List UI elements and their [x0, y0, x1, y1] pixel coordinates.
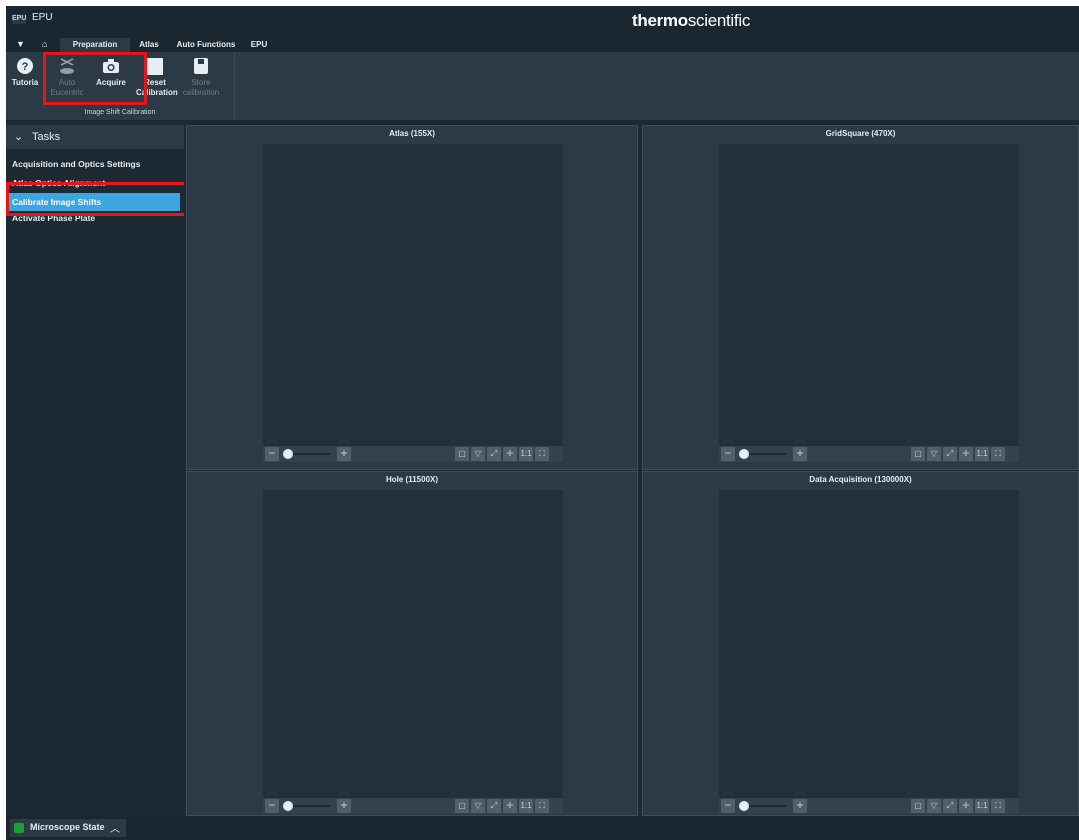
actual-size-icon[interactable]: 1:1 — [975, 447, 989, 461]
save-icon — [190, 56, 212, 76]
image-viewport[interactable] — [263, 490, 563, 798]
task-highlight-box — [6, 182, 202, 216]
brand-light: scientific — [687, 11, 751, 30]
filter-icon[interactable]: ▽ — [471, 799, 485, 813]
microscope-state-label: Microscope State — [30, 822, 105, 832]
zoom-out-button[interactable]: − — [721, 447, 735, 461]
brand-bold: thermo — [632, 11, 688, 30]
gridsquare-panel: GridSquare (470X) − + ▢ ▽ ⤢ ✛ 1:1 ⛶ — [642, 125, 1079, 470]
crosshair-icon[interactable]: ✛ — [959, 799, 973, 813]
filter-icon[interactable]: ▽ — [927, 799, 941, 813]
data-acquisition-panel: Data Acquisition (130000X) − + ▢ ▽ ⤢ ✛ 1… — [642, 471, 1079, 816]
image-viewport[interactable] — [263, 144, 563, 446]
reset-icon — [144, 56, 166, 76]
store-label-1: Store — [191, 78, 211, 87]
main-tab-row: ▼ ⌂ Preparation Atlas Auto Functions EPU — [6, 38, 1079, 52]
zoom-slider-knob[interactable] — [283, 801, 293, 811]
tab-epu[interactable]: EPU — [246, 38, 272, 52]
tutorial-button[interactable]: ? Tutoria — [6, 56, 44, 106]
zoom-in-button[interactable]: + — [337, 799, 351, 813]
fullscreen-icon[interactable]: ⛶ — [535, 447, 549, 461]
fit-icon[interactable]: ⤢ — [943, 799, 957, 813]
hole-panel: Hole (11500X) − + ▢ ▽ ⤢ ✛ 1:1 ⛶ — [186, 471, 638, 816]
help-icon: ? — [14, 56, 36, 76]
tutorial-label: Tutoria — [11, 78, 39, 87]
actual-size-icon[interactable]: 1:1 — [975, 799, 989, 813]
overlay-icon[interactable]: ▢ — [455, 799, 469, 813]
ribbon-toolbar: ? Tutoria Auto Eucentric Acquire Reset C… — [6, 52, 1079, 121]
fit-icon[interactable]: ⤢ — [487, 799, 501, 813]
acquire-highlight-box — [43, 52, 147, 105]
overlay-icon[interactable]: ▢ — [911, 799, 925, 813]
zoom-in-button[interactable]: + — [793, 447, 807, 461]
tasks-sidebar: ⌄ Tasks Acquisition and Optics Settings … — [6, 121, 184, 816]
image-viewport[interactable] — [719, 144, 1019, 446]
svg-text:?: ? — [22, 61, 29, 73]
zoom-toolbar: − + ▢ ▽ ⤢ ✛ 1:1 ⛶ — [263, 446, 563, 462]
status-indicator-icon — [14, 823, 24, 833]
fit-icon[interactable]: ⤢ — [943, 447, 957, 461]
panel-title: Hole (11500X) — [385, 475, 439, 484]
tab-atlas[interactable]: Atlas — [132, 38, 166, 52]
microscope-state-button[interactable]: Microscope State ︿ — [10, 819, 126, 837]
overlay-icon[interactable]: ▢ — [911, 447, 925, 461]
image-panels-area: Atlas (155X) − + ▢ ▽ ⤢ ✛ 1:1 ⛶ GridSquar… — [184, 121, 1079, 816]
filter-icon[interactable]: ▽ — [927, 447, 941, 461]
tab-preparation[interactable]: Preparation — [60, 38, 130, 52]
panel-title: GridSquare (470X) — [825, 129, 896, 138]
zoom-out-button[interactable]: − — [721, 799, 735, 813]
image-viewport[interactable] — [719, 490, 1019, 798]
epu-window: EPU EPU thermoscientific ▼ ⌂ Preparation… — [6, 6, 1079, 840]
actual-size-icon[interactable]: 1:1 — [519, 799, 533, 813]
atlas-panel: Atlas (155X) − + ▢ ▽ ⤢ ✛ 1:1 ⛶ — [186, 125, 638, 470]
tasks-title: Tasks — [32, 131, 61, 143]
tab-auto-functions[interactable]: Auto Functions — [170, 38, 242, 52]
store-calibration-button[interactable]: Store calibration — [182, 56, 220, 106]
tasks-header[interactable]: ⌄ Tasks — [6, 125, 184, 149]
crosshair-icon[interactable]: ✛ — [959, 447, 973, 461]
panel-title: Atlas (155X) — [389, 129, 435, 138]
collapse-chevron-icon[interactable]: ▼ — [16, 39, 25, 49]
zoom-toolbar: − + ▢ ▽ ⤢ ✛ 1:1 ⛶ — [719, 446, 1019, 462]
store-label-2: calibration — [182, 88, 220, 97]
app-title: EPU — [32, 12, 53, 23]
status-bar: Microscope State ︿ — [6, 816, 1079, 840]
task-acquisition-optics[interactable]: Acquisition and Optics Settings — [6, 155, 180, 173]
zoom-out-button[interactable]: − — [265, 799, 279, 813]
epu-logo: EPU — [12, 14, 27, 24]
thermo-scientific-logo: thermoscientific — [632, 11, 750, 31]
fullscreen-icon[interactable]: ⛶ — [991, 447, 1005, 461]
zoom-toolbar: − + ▢ ▽ ⤢ ✛ 1:1 ⛶ — [263, 798, 563, 814]
group-label: Image Shift Calibration — [84, 109, 156, 116]
home-icon[interactable]: ⌂ — [42, 39, 47, 49]
chevron-up-icon: ︿ — [110, 824, 120, 835]
fullscreen-icon[interactable]: ⛶ — [535, 799, 549, 813]
zoom-slider-knob[interactable] — [739, 449, 749, 459]
title-bar: EPU EPU thermoscientific — [6, 6, 1079, 38]
zoom-in-button[interactable]: + — [337, 447, 351, 461]
zoom-in-button[interactable]: + — [793, 799, 807, 813]
zoom-slider-knob[interactable] — [283, 449, 293, 459]
fullscreen-icon[interactable]: ⛶ — [991, 799, 1005, 813]
chevron-down-icon: ⌄ — [14, 131, 24, 143]
overlay-icon[interactable]: ▢ — [455, 447, 469, 461]
panel-title: Data Acquisition (130000X) — [809, 475, 912, 484]
zoom-out-button[interactable]: − — [265, 447, 279, 461]
actual-size-icon[interactable]: 1:1 — [519, 447, 533, 461]
zoom-slider-knob[interactable] — [739, 801, 749, 811]
fit-icon[interactable]: ⤢ — [487, 447, 501, 461]
crosshair-icon[interactable]: ✛ — [503, 447, 517, 461]
crosshair-icon[interactable]: ✛ — [503, 799, 517, 813]
zoom-toolbar: − + ▢ ▽ ⤢ ✛ 1:1 ⛶ — [719, 798, 1019, 814]
filter-icon[interactable]: ▽ — [471, 447, 485, 461]
